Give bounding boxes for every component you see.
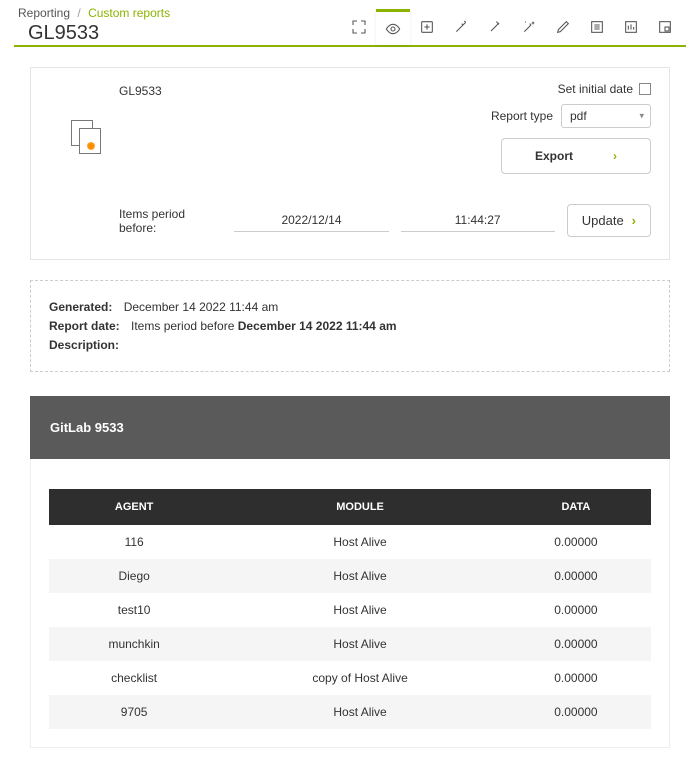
fullscreen-icon[interactable] [342, 9, 376, 45]
section-title: GitLab 9533 [30, 396, 670, 459]
cell-agent: munchkin [49, 627, 219, 661]
cell-data: 0.00000 [501, 695, 651, 729]
image-icon[interactable] [648, 9, 682, 45]
time-input[interactable] [401, 209, 555, 232]
report-date-value: December 14 2022 11:44 am [238, 319, 397, 333]
sparkle-wand-icon[interactable] [512, 9, 546, 45]
report-type-value: pdf [570, 109, 587, 123]
list-icon[interactable] [580, 9, 614, 45]
description-label: Description: [49, 338, 119, 352]
breadcrumb: Reporting / Custom reports [18, 6, 170, 20]
report-type-label: Report type [491, 109, 553, 123]
export-button-label: Export [535, 149, 573, 163]
data-table: AGENT MODULE DATA 116Host Alive0.00000Di… [49, 489, 651, 729]
chart-icon[interactable] [614, 9, 648, 45]
cell-agent: 116 [49, 525, 219, 559]
table-row: 9705Host Alive0.00000 [49, 695, 651, 729]
col-agent: AGENT [49, 489, 219, 525]
export-button[interactable]: Export › [501, 138, 651, 174]
cell-module: Host Alive [219, 525, 501, 559]
report-controls-panel: GL9533 Set initial date Report type pdf … [30, 67, 670, 260]
page-title: GL9533 [28, 22, 170, 45]
report-meta: Generated: December 14 2022 11:44 am Rep… [30, 280, 670, 372]
breadcrumb-root[interactable]: Reporting [18, 6, 70, 20]
cell-data: 0.00000 [501, 559, 651, 593]
col-module: MODULE [219, 489, 501, 525]
report-icon [71, 120, 107, 156]
cell-agent: Diego [49, 559, 219, 593]
col-data: DATA [501, 489, 651, 525]
view-icon[interactable] [376, 9, 410, 45]
cell-module: Host Alive [219, 627, 501, 661]
update-button-label: Update [582, 213, 624, 228]
cell-data: 0.00000 [501, 525, 651, 559]
chevron-down-icon: ▾ [639, 111, 644, 122]
cell-module: copy of Host Alive [219, 661, 501, 695]
cell-module: Host Alive [219, 559, 501, 593]
cell-data: 0.00000 [501, 593, 651, 627]
cell-agent: checklist [49, 661, 219, 695]
items-period-label: Items period before: [119, 207, 222, 235]
add-icon[interactable] [410, 9, 444, 45]
set-initial-date-checkbox[interactable] [639, 83, 651, 95]
chevron-right-icon: › [613, 149, 617, 163]
table-row: 116Host Alive0.00000 [49, 525, 651, 559]
table-row: checklistcopy of Host Alive0.00000 [49, 661, 651, 695]
date-input[interactable] [234, 209, 388, 232]
wand-icon[interactable] [444, 9, 478, 45]
cell-module: Host Alive [219, 593, 501, 627]
cell-data: 0.00000 [501, 661, 651, 695]
report-date-prefix: Items period before [131, 319, 238, 333]
generated-value: December 14 2022 11:44 am [124, 300, 279, 314]
table-row: munchkinHost Alive0.00000 [49, 627, 651, 661]
edit-icon[interactable] [546, 9, 580, 45]
section-body: AGENT MODULE DATA 116Host Alive0.00000Di… [30, 459, 670, 748]
cell-agent: test10 [49, 593, 219, 627]
pin-icon[interactable] [478, 9, 512, 45]
set-initial-date-label: Set initial date [558, 82, 633, 96]
table-row: test10Host Alive0.00000 [49, 593, 651, 627]
cell-agent: 9705 [49, 695, 219, 729]
toolbar [342, 9, 682, 45]
breadcrumb-current[interactable]: Custom reports [88, 6, 170, 20]
cell-module: Host Alive [219, 695, 501, 729]
cell-data: 0.00000 [501, 627, 651, 661]
update-button[interactable]: Update › [567, 204, 651, 237]
report-type-select[interactable]: pdf ▾ [561, 104, 651, 128]
generated-label: Generated: [49, 300, 112, 314]
chevron-right-icon: › [632, 213, 636, 228]
table-row: DiegoHost Alive0.00000 [49, 559, 651, 593]
report-name: GL9533 [119, 84, 162, 174]
report-date-label: Report date: [49, 319, 120, 333]
